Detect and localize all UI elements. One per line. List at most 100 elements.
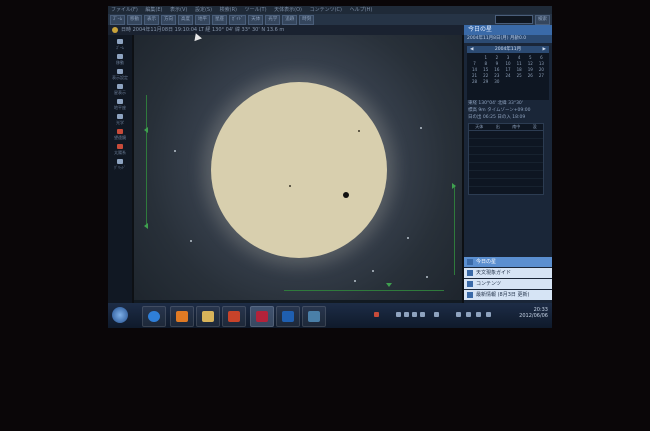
menu-help[interactable]: ヘルプ(H) [350,7,373,13]
menu-latest-info[interactable]: 最新情報 (8月3日 更新) [464,290,552,300]
left-tool-telescope[interactable]: 望遠鏡 [109,129,131,140]
taskbar-clock[interactable]: 20:33 2012/06/06 [519,307,548,319]
sky-view[interactable] [134,35,462,300]
menu-item-label: 天文現象ガイド [476,270,512,276]
search-input[interactable] [495,15,533,24]
table-header: 天体 出 南中 没 [469,124,543,131]
toolbar-button-objects[interactable]: 天体 [248,15,264,25]
guide-marker-bottom[interactable] [386,283,392,287]
menu-edit[interactable]: 編集(E) [145,7,162,13]
table-row[interactable] [469,171,543,179]
clock-icon[interactable] [112,26,118,33]
calendar-day[interactable]: 28 [469,79,480,85]
toolbar-button-optics[interactable]: 光学 [265,15,281,25]
guide-marker-left-top[interactable] [144,127,148,133]
menu-contents-item[interactable]: コンテンツ [464,279,552,289]
language-icon[interactable] [434,312,439,317]
tray-icon[interactable] [420,312,425,317]
sun-disk[interactable] [211,82,387,258]
table-col-rise: 出 [495,124,500,129]
table-row[interactable] [469,147,543,155]
toolbar-button-guide[interactable]: ｶﾞｲﾄﾞ [229,15,247,25]
table-row[interactable] [469,163,543,171]
start-button[interactable] [112,307,128,323]
tray-icon[interactable] [404,312,409,317]
toolbar-button-display[interactable]: 表示 [144,15,159,25]
star-icon [117,84,123,89]
left-tool-display[interactable]: 表示設定 [109,69,131,80]
star [420,127,422,129]
notification-icon[interactable] [374,312,379,317]
left-tool-horizon[interactable]: 地平座 [109,99,131,110]
date-time-text[interactable]: 日時 2004年11月08日 19:10:04 LT 経 130° 04' 緯 … [121,27,284,33]
venus-transit-dot[interactable] [343,192,349,198]
left-toolbar: ｽﾞｰﾑ 移動 表示設定 星表示 地平座 光学 望遠鏡 太陽系 ｸﾞﾘｯﾄﾞ [108,35,132,311]
taskbar-app-window[interactable] [302,306,326,327]
left-tool-grid[interactable]: ｸﾞﾘｯﾄﾞ [109,159,131,170]
calendar-prev-button[interactable]: ◀ [470,46,473,53]
menu-objects[interactable]: 天体表示(O) [274,7,302,13]
menu-settings[interactable]: 設定(S) [195,7,212,13]
guide-marker-left-bottom[interactable] [144,223,148,229]
menu-today-stars[interactable]: 今日の星 [464,257,552,267]
left-tool-optics[interactable]: 光学 [109,114,131,125]
info-icon [467,292,473,298]
toolbar-button-horizon[interactable]: 地平 [195,15,210,25]
calendar-month-label: 2004年11月 [494,47,522,52]
horizon-icon [117,99,123,104]
left-tool-stars[interactable]: 星表示 [109,84,131,95]
tray-icon[interactable] [486,312,491,317]
table-row[interactable] [469,131,543,139]
toolbar-button-altitude[interactable]: 高度 [178,15,193,25]
left-tool-label: ｽﾞｰﾑ [116,45,124,50]
volume-icon[interactable] [476,312,481,317]
menu-search[interactable]: 検索(R) [220,7,237,13]
taskbar-app-stellarium[interactable] [250,306,274,327]
table-row[interactable] [469,179,543,187]
menu-item-label: コンテンツ [476,281,502,287]
toolbar-button-zoom[interactable]: ｽﾞｰﾑ [110,15,125,25]
guide-marker-right[interactable] [452,183,456,189]
taskbar-app-explorer[interactable] [196,306,220,327]
flag-icon[interactable] [456,312,461,317]
toolbar-button-time[interactable]: 時刻 [299,15,315,25]
left-tool-label: 星表示 [114,90,126,95]
toolbar-button-track[interactable]: 追跡 [282,15,298,25]
left-tool-zoom[interactable]: ｽﾞｰﾑ [109,39,131,50]
table-col-set: 没 [532,124,537,129]
calendar-day [536,79,547,85]
view-guide-left [146,95,147,225]
left-tool-solar-system[interactable]: 太陽系 [109,144,131,155]
toolbar-button-move[interactable]: 移動 [127,15,142,25]
menu-view[interactable]: 表示(V) [170,7,187,13]
toolbar-button-constellation[interactable]: 星座 [212,15,227,25]
calendar-day[interactable]: 29 [480,79,491,85]
taskbar-app-ie[interactable] [142,306,166,327]
menu-tools[interactable]: ツール(T) [245,7,267,13]
left-tool-label: 光学 [116,120,124,125]
taskbar-app-photoshop[interactable] [276,306,300,327]
network-icon[interactable] [466,312,471,317]
left-tool-move[interactable]: 移動 [109,54,131,65]
menu-file[interactable]: ファイル(F) [111,7,138,13]
table-row[interactable] [469,155,543,163]
location-text: 東経 130°04' 北緯 33°30' [468,101,524,106]
menu-contents[interactable]: コンテンツ(C) [310,7,342,13]
tray-icon[interactable] [412,312,417,317]
calendar-day[interactable]: 30 [491,79,502,85]
calendar-day [502,79,513,85]
menu-astro-guide[interactable]: 天文現象ガイド [464,268,552,278]
table-row[interactable] [469,139,543,147]
search-button[interactable]: 検索 [535,14,550,25]
left-tool-label: 表示設定 [112,75,128,80]
left-tool-label: 望遠鏡 [114,135,126,140]
toolbar-button-direction[interactable]: 方向 [161,15,176,25]
table-col-transit: 南中 [512,124,521,129]
taskbar-app-powerpoint[interactable] [222,306,246,327]
calendar-next-button[interactable]: ▶ [543,46,546,53]
tray-icon[interactable] [396,312,401,317]
rise-set-table: 天体 出 南中 没 [468,123,544,195]
taskbar-app-media[interactable] [170,306,194,327]
menu-item-label: 最新情報 (8月3日 更新) [476,292,530,298]
display-icon [117,69,123,74]
